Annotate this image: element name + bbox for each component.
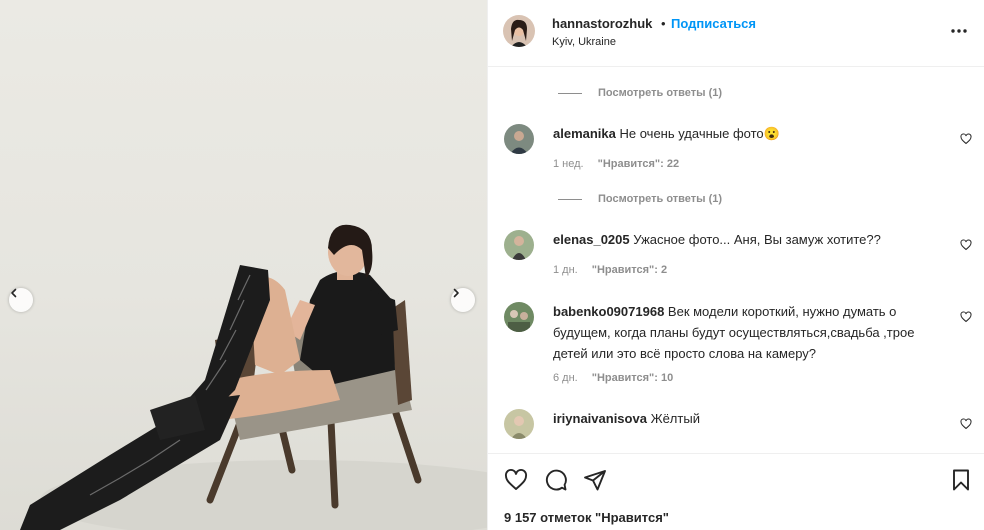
follow-button[interactable]: Подписаться (671, 16, 756, 31)
comment-body: elenas_0205 Ужасное фото... Аня, Вы заму… (553, 229, 943, 250)
comment-age[interactable]: 1 нед. (553, 158, 584, 170)
heart-icon[interactable] (504, 468, 528, 492)
comment-age[interactable]: 1 дн. (553, 264, 578, 276)
more-icon[interactable] (948, 20, 970, 42)
post-sidebar: hannastorozhuk • Подписаться Kyiv, Ukrai… (487, 0, 984, 530)
photo-illustration (20, 224, 487, 530)
heart-icon[interactable] (960, 239, 972, 251)
chevron-right-icon (453, 288, 459, 298)
author-username[interactable]: hannastorozhuk (552, 16, 652, 31)
comment-meta: 1 дн. "Нравится": 2 (553, 264, 667, 276)
avatar-image (504, 409, 534, 439)
comment-likes[interactable]: "Нравится": 10 (592, 372, 673, 384)
commenter-username[interactable]: babenko09071968 (553, 304, 664, 319)
comment-body: alemanika Не очень удачные фото😮 (553, 123, 943, 144)
heart-icon[interactable] (960, 418, 972, 430)
commenter-username[interactable]: iriynaivanisova (553, 411, 647, 426)
replies-divider (558, 92, 582, 94)
avatar-image (504, 124, 534, 154)
post-photo[interactable] (0, 0, 487, 530)
comment-age[interactable]: 6 дн. (553, 372, 578, 384)
avatar-image (504, 230, 534, 260)
heart-icon[interactable] (960, 133, 972, 145)
view-replies-button[interactable]: Посмотреть ответы (1) (558, 86, 722, 100)
avatar-image (504, 302, 534, 332)
commenter-username[interactable]: alemanika (553, 126, 616, 141)
comment-body: babenko09071968 Век модели короткий, нуж… (553, 301, 943, 364)
comment-meta: 6 дн. "Нравится": 10 (553, 372, 673, 384)
chevron-left-icon (11, 288, 17, 298)
likes-count[interactable]: 9 157 отметок "Нравится" (504, 510, 669, 525)
comment-body: iriynaivanisova Жёлтый (553, 408, 943, 429)
comment-likes[interactable]: "Нравится": 22 (598, 158, 679, 170)
separator-dot: • (661, 16, 666, 31)
commenter-avatar[interactable] (504, 124, 534, 154)
comments-list[interactable]: Посмотреть ответы (1) alemanika Не очень… (488, 67, 984, 453)
bookmark-icon[interactable] (949, 468, 973, 492)
previous-photo-button[interactable] (9, 288, 33, 312)
post-header: hannastorozhuk • Подписаться Kyiv, Ukrai… (488, 0, 984, 67)
comment-icon[interactable] (544, 468, 568, 492)
post-actions: 9 157 отметок "Нравится" (488, 453, 984, 530)
commenter-avatar[interactable] (504, 409, 534, 439)
post-location[interactable]: Kyiv, Ukraine (552, 36, 616, 48)
commenter-username[interactable]: elenas_0205 (553, 232, 630, 247)
view-replies-label: Посмотреть ответы (1) (598, 193, 723, 205)
avatar-image (503, 15, 535, 47)
share-icon[interactable] (583, 468, 607, 492)
commenter-avatar[interactable] (504, 230, 534, 260)
comment-likes[interactable]: "Нравится": 2 (592, 264, 667, 276)
view-replies-label: Посмотреть ответы (1) (598, 87, 723, 99)
commenter-avatar[interactable] (504, 302, 534, 332)
author-avatar[interactable] (503, 15, 535, 47)
replies-divider (558, 198, 582, 200)
heart-icon[interactable] (960, 311, 972, 323)
comment-text: Ужасное фото... Аня, Вы замуж хотите?? (633, 232, 881, 247)
view-replies-button[interactable]: Посмотреть ответы (1) (558, 192, 722, 206)
comment-meta: 1 нед. "Нравится": 22 (553, 158, 679, 170)
comment-text: Не очень удачные фото😮 (619, 126, 780, 141)
comment-text: Жёлтый (650, 411, 700, 426)
next-photo-button[interactable] (451, 288, 475, 312)
